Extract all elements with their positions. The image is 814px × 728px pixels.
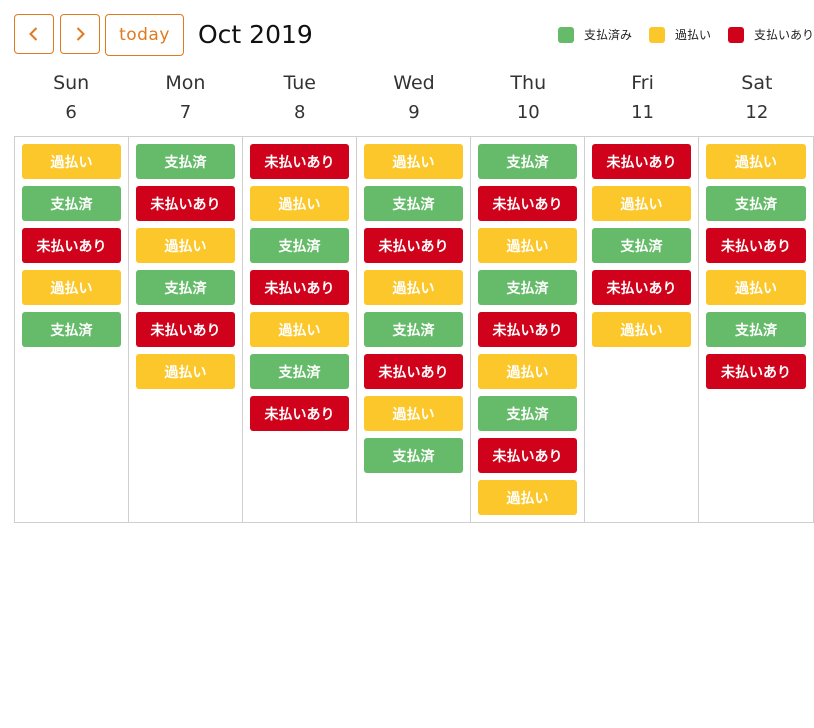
calendar-event-paid[interactable]: 支払済 xyxy=(22,186,121,221)
day-number-label: 10 xyxy=(516,102,540,123)
week-grid: 過払い 支払済 未払いあり 過払い 支払済 支払済 未払いあり 過払い 支払済 未払いあり 過払い未… xyxy=(14,136,814,523)
calendar-event-over[interactable]: 過払い xyxy=(592,186,691,221)
legend-label: 支払いあり xyxy=(753,28,814,42)
calendar-event-unpaid[interactable]: 未払いあり xyxy=(250,396,349,431)
next-week-button[interactable] xyxy=(60,14,100,54)
calendar-event-over[interactable]: 過払い xyxy=(478,480,577,515)
calendar-event-paid[interactable]: 支払済 xyxy=(478,144,577,179)
calendar-event-over[interactable]: 過払い xyxy=(136,354,235,389)
calendar-event-over[interactable]: 過払い xyxy=(364,144,463,179)
day-column-mon[interactable]: 支払済 未払いあり 過払い 支払済 未払いあり 過払い xyxy=(129,137,243,522)
calendar-event-paid[interactable]: 支払済 xyxy=(364,186,463,221)
calendar-event-paid[interactable]: 支払済 xyxy=(22,312,121,347)
calendar-event-paid[interactable]: 支払済 xyxy=(364,312,463,347)
calendar-event-over[interactable]: 過払い xyxy=(364,270,463,305)
day-header-row: Sun 6 Mon 7 Tue 8 Wed 9 Thu 10 Fri 11 Sat 12 xyxy=(14,66,814,132)
chevron-right-icon xyxy=(76,27,85,41)
legend-item: 支払済み xyxy=(557,26,632,43)
calendar-event-paid[interactable]: 支払済 xyxy=(592,228,691,263)
calendar-event-paid[interactable]: 支払済 xyxy=(706,312,806,347)
day-number-label: 12 xyxy=(745,102,769,123)
calendar-event-unpaid[interactable]: 未払いあり xyxy=(592,270,691,305)
day-of-week-label: Fri xyxy=(631,72,654,94)
legend-swatch xyxy=(648,26,665,43)
day-header-sun: Sun 6 xyxy=(14,66,128,132)
day-number-label: 7 xyxy=(179,102,192,123)
calendar-event-unpaid[interactable]: 未払いあり xyxy=(22,228,121,263)
calendar-event-over[interactable]: 過払い xyxy=(250,186,349,221)
calendar-event-over[interactable]: 過払い xyxy=(478,228,577,263)
legend-label: 過払い xyxy=(674,28,711,42)
day-of-week-label: Tue xyxy=(283,72,316,94)
day-of-week-label: Wed xyxy=(393,72,435,94)
calendar-event-unpaid[interactable]: 未払いあり xyxy=(478,438,577,473)
day-header-mon: Mon 7 xyxy=(128,66,242,132)
calendar-event-unpaid[interactable]: 未払いあり xyxy=(478,312,577,347)
day-header-wed: Wed 9 xyxy=(357,66,471,132)
calendar-event-unpaid[interactable]: 未払いあり xyxy=(706,228,806,263)
calendar-event-over[interactable]: 過払い xyxy=(478,354,577,389)
calendar-event-unpaid[interactable]: 未払いあり xyxy=(478,186,577,221)
calendar-event-over[interactable]: 過払い xyxy=(592,312,691,347)
day-column-wed[interactable]: 過払い 支払済 未払いあり 過払い 支払済 未払いあり 過払い 支払済 xyxy=(357,137,471,522)
day-header-tue: Tue 8 xyxy=(243,66,357,132)
calendar-event-unpaid[interactable]: 未払いあり xyxy=(364,228,463,263)
day-header-thu: Thu 10 xyxy=(471,66,585,132)
day-column-fri[interactable]: 未払いあり 過払い 支払済 未払いあり 過払い xyxy=(585,137,699,522)
calendar-event-over[interactable]: 過払い xyxy=(706,144,806,179)
day-of-week-label: Thu xyxy=(510,72,547,94)
calendar-event-over[interactable]: 過払い xyxy=(250,312,349,347)
calendar-event-unpaid[interactable]: 未払いあり xyxy=(706,354,806,389)
day-column-sun[interactable]: 過払い 支払済 未払いあり 過払い 支払済 xyxy=(15,137,129,522)
legend-item: 過払い xyxy=(648,26,711,43)
day-header-fri: Fri 11 xyxy=(585,66,699,132)
day-of-week-label: Sat xyxy=(741,72,773,94)
calendar-event-unpaid[interactable]: 未払いあり xyxy=(136,186,235,221)
calendar-event-paid[interactable]: 支払済 xyxy=(250,228,349,263)
day-header-sat: Sat 12 xyxy=(700,66,814,132)
day-column-thu[interactable]: 支払済 未払いあり 過払い 支払済 未払いあり 過払い 支払済 未払いあり 過払い xyxy=(471,137,585,522)
status-legend: 支払済み 過払い 支払いあり xyxy=(541,26,814,43)
calendar-event-unpaid[interactable]: 未払いあり xyxy=(592,144,691,179)
calendar-event-unpaid[interactable]: 未払いあり xyxy=(136,312,235,347)
calendar-event-paid[interactable]: 支払済 xyxy=(136,270,235,305)
legend-swatch xyxy=(727,26,744,43)
day-column-sat[interactable]: 過払い 支払済 未払いあり 過払い 支払済 未払いあり xyxy=(699,137,813,522)
calendar-event-over[interactable]: 過払い xyxy=(364,396,463,431)
calendar-event-unpaid[interactable]: 未払いあり xyxy=(364,354,463,389)
calendar-event-over[interactable]: 過払い xyxy=(706,270,806,305)
calendar-event-paid[interactable]: 支払済 xyxy=(478,396,577,431)
calendar-toolbar: today Oct 2019 支払済み 過払い 支払いあり xyxy=(14,14,814,56)
prev-week-button[interactable] xyxy=(14,14,54,54)
calendar-event-paid[interactable]: 支払済 xyxy=(706,186,806,221)
day-number-label: 9 xyxy=(408,102,420,123)
day-column-tue[interactable]: 未払いあり 過払い 支払済 未払いあり 過払い 支払済 未払いあり xyxy=(243,137,357,522)
day-number-label: 8 xyxy=(293,102,306,123)
calendar-event-unpaid[interactable]: 未払いあり xyxy=(250,270,349,305)
day-number-label: 11 xyxy=(631,102,655,123)
calendar-event-paid[interactable]: 支払済 xyxy=(478,270,577,305)
calendar-event-over[interactable]: 過払い xyxy=(22,270,121,305)
legend-item: 支払いあり xyxy=(727,26,814,43)
today-button[interactable]: today xyxy=(105,14,184,56)
day-of-week-label: Sun xyxy=(53,72,90,94)
day-of-week-label: Mon xyxy=(165,72,206,94)
day-number-label: 6 xyxy=(65,102,77,123)
calendar-event-paid[interactable]: 支払済 xyxy=(364,438,463,473)
calendar-event-over[interactable]: 過払い xyxy=(22,144,121,179)
calendar-event-paid[interactable]: 支払済 xyxy=(250,354,349,389)
calendar-title: Oct 2019 xyxy=(198,20,313,49)
calendar-event-paid[interactable]: 支払済 xyxy=(136,144,235,179)
chevron-left-icon xyxy=(29,27,38,41)
calendar-event-unpaid[interactable]: 未払いあり xyxy=(250,144,349,179)
legend-swatch xyxy=(557,26,574,43)
calendar-event-over[interactable]: 過払い xyxy=(136,228,235,263)
legend-label: 支払済み xyxy=(583,28,632,42)
